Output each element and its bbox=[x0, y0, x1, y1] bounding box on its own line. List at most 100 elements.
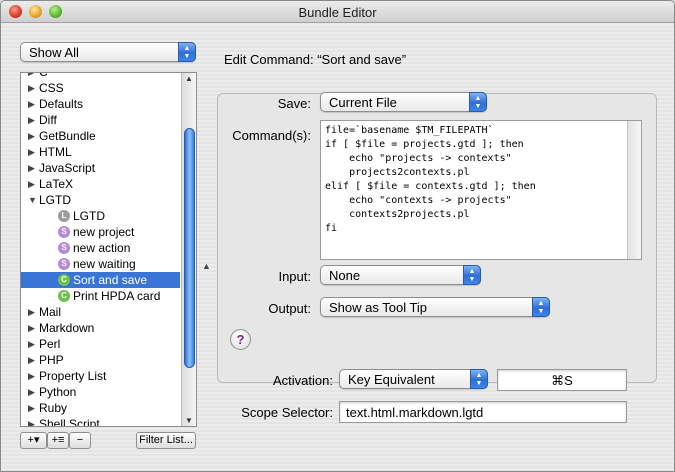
bundle-item-label: CSS bbox=[39, 81, 64, 95]
disclosure-collapsed-icon[interactable]: ▶ bbox=[28, 384, 35, 400]
bundle-item-snippet[interactable]: Snew project bbox=[21, 224, 180, 240]
bundle-item-label: Perl bbox=[39, 337, 61, 351]
scrollbar-thumb[interactable] bbox=[184, 128, 195, 368]
bundle-item-language[interactable]: L LGTD bbox=[21, 208, 180, 224]
input-popup[interactable]: None ▲ ▼ bbox=[320, 265, 481, 285]
bundle-item-command[interactable]: C Print HPDA card bbox=[21, 288, 180, 304]
remove-item-button[interactable]: − bbox=[69, 432, 91, 449]
disclosure-collapsed-icon[interactable]: ▶ bbox=[28, 400, 35, 416]
disclosure-collapsed-icon[interactable]: ▶ bbox=[28, 368, 35, 384]
window-content: Show All ▲ ▼ ▶ C ▶ CSS ▶ Defaults ▶ Diff ▶ GetBund… bbox=[1, 24, 674, 471]
disclosure-collapsed-icon[interactable]: ▶ bbox=[28, 96, 35, 112]
command-text[interactable]: file=`basename $TM_FILEPATH` if [ $file … bbox=[321, 121, 641, 239]
bundle-row[interactable]: ▶ Property List bbox=[21, 368, 180, 384]
bundle-row[interactable]: ▶ GetBundle bbox=[21, 128, 180, 144]
bundle-filter-value: Show All bbox=[29, 45, 79, 60]
output-label: Output: bbox=[268, 301, 311, 316]
popup-arrows-icon: ▲ ▼ bbox=[532, 297, 550, 317]
bundle-item-label: Ruby bbox=[39, 401, 68, 415]
bundle-editor-window: Bundle Editor Show All ▲ ▼ ▶ C ▶ CSS ▶ Default… bbox=[0, 0, 675, 472]
bundle-item-label: Python bbox=[39, 385, 77, 399]
command-label: Command(s): bbox=[232, 128, 311, 143]
command-editor-scrollbar[interactable] bbox=[627, 121, 641, 259]
bundle-row[interactable]: ▶ Ruby bbox=[21, 400, 180, 416]
scroll-down-icon[interactable]: ▼ bbox=[182, 416, 196, 425]
command-editor[interactable]: file=`basename $TM_FILEPATH` if [ $file … bbox=[320, 120, 642, 260]
activation-value: Key Equivalent bbox=[348, 372, 435, 387]
bundle-item-label: Mail bbox=[39, 305, 62, 319]
add-item-button[interactable]: +≡ bbox=[47, 432, 69, 449]
bundle-row[interactable]: ▶ Defaults bbox=[21, 96, 180, 112]
input-label: Input: bbox=[278, 269, 311, 284]
scroll-up-icon[interactable]: ▲ bbox=[182, 74, 196, 83]
bundle-row[interactable]: ▶ Shell Script bbox=[21, 416, 180, 427]
command-badge-icon: C bbox=[58, 290, 70, 302]
splitter-handle-icon[interactable]: ▲ bbox=[202, 261, 211, 271]
bundle-row[interactable]: ▶ CSS bbox=[21, 80, 180, 96]
disclosure-expanded-icon[interactable]: ▼ bbox=[28, 192, 37, 208]
bundle-item-label: PHP bbox=[39, 353, 64, 367]
bundle-row[interactable]: ▶ Diff bbox=[21, 112, 180, 128]
disclosure-collapsed-icon[interactable]: ▶ bbox=[28, 176, 35, 192]
activation-popup[interactable]: Key Equivalent ▲ ▼ bbox=[339, 369, 488, 389]
bundle-item-label: new project bbox=[73, 225, 135, 239]
bundle-list[interactable]: ▶ C ▶ CSS ▶ Defaults ▶ Diff ▶ GetBundle ▶ HTML ▶ Java… bbox=[20, 72, 197, 427]
bundle-item-command[interactable]: C Sort and save bbox=[21, 272, 180, 288]
bundle-item-label: JavaScript bbox=[39, 161, 96, 175]
disclosure-collapsed-icon[interactable]: ▶ bbox=[28, 73, 35, 80]
bundle-row[interactable]: ▶ PHP bbox=[21, 352, 180, 368]
input-value: None bbox=[329, 268, 361, 283]
disclosure-collapsed-icon[interactable]: ▶ bbox=[28, 144, 35, 160]
bundle-item-label: new action bbox=[73, 241, 131, 255]
bundle-row[interactable]: ▶ HTML bbox=[21, 144, 180, 160]
bundle-row[interactable]: ▶ Perl bbox=[21, 336, 180, 352]
popup-arrows-icon: ▲ ▼ bbox=[463, 265, 481, 285]
bundle-item-label: LaTeX bbox=[39, 177, 74, 191]
disclosure-collapsed-icon[interactable]: ▶ bbox=[28, 304, 35, 320]
popup-arrows-icon: ▲ ▼ bbox=[469, 92, 487, 112]
bundle-row[interactable]: ▶ LaTeX bbox=[21, 176, 180, 192]
disclosure-collapsed-icon[interactable]: ▶ bbox=[28, 352, 35, 368]
disclosure-collapsed-icon[interactable]: ▶ bbox=[28, 160, 35, 176]
snippet-badge-icon: S bbox=[58, 242, 70, 254]
save-value: Current File bbox=[329, 95, 397, 110]
save-popup[interactable]: Current File ▲ ▼ bbox=[320, 92, 487, 112]
bundle-item-label: new waiting bbox=[73, 257, 136, 271]
title-bar[interactable]: Bundle Editor bbox=[1, 1, 674, 23]
bundle-row[interactable]: ▶ JavaScript bbox=[21, 160, 180, 176]
bundle-row[interactable]: ▶ Markdown bbox=[21, 320, 180, 336]
bundle-item-label: Diff bbox=[39, 113, 57, 127]
bundle-row[interactable]: ▼ LGTD bbox=[21, 192, 180, 208]
language-badge-icon: L bbox=[58, 210, 70, 222]
add-bundle-item-button[interactable]: +▾ bbox=[20, 432, 47, 449]
save-label: Save: bbox=[277, 96, 311, 111]
bundle-item-label: HTML bbox=[39, 145, 72, 159]
snippet-badge-icon: S bbox=[58, 226, 70, 238]
bundle-item-label: C bbox=[39, 72, 48, 79]
disclosure-collapsed-icon[interactable]: ▶ bbox=[28, 112, 35, 128]
bundle-item-label: GetBundle bbox=[39, 129, 96, 143]
bundle-item-label: LGTD bbox=[73, 209, 106, 223]
bundle-filter-popup[interactable]: Show All ▲ ▼ bbox=[20, 42, 196, 62]
edit-command-heading: Edit Command: “Sort and save” bbox=[224, 52, 407, 67]
popup-arrows-icon: ▲ ▼ bbox=[470, 369, 488, 389]
disclosure-collapsed-icon[interactable]: ▶ bbox=[28, 80, 35, 96]
scope-selector-field[interactable]: text.html.markdown.lgtd bbox=[339, 401, 627, 423]
bundle-row[interactable]: ▶ Python bbox=[21, 384, 180, 400]
disclosure-collapsed-icon[interactable]: ▶ bbox=[28, 416, 35, 426]
disclosure-collapsed-icon[interactable]: ▶ bbox=[28, 320, 35, 336]
bundle-list-scrollbar[interactable]: ▲ ▼ bbox=[181, 73, 196, 426]
bundle-item-label: Shell Script bbox=[39, 417, 100, 427]
bundle-item-label: Defaults bbox=[39, 97, 84, 111]
key-equivalent-field[interactable]: ⌘S bbox=[497, 369, 627, 391]
bundle-row[interactable]: ▶ Mail bbox=[21, 304, 180, 320]
bundle-item-snippet[interactable]: Snew waiting bbox=[21, 256, 180, 272]
filter-list-button[interactable]: Filter List... bbox=[136, 432, 196, 449]
disclosure-collapsed-icon[interactable]: ▶ bbox=[28, 336, 35, 352]
scope-selector-label: Scope Selector: bbox=[241, 405, 333, 420]
output-popup[interactable]: Show as Tool Tip ▲ ▼ bbox=[320, 297, 550, 317]
bundle-item-snippet[interactable]: Snew action bbox=[21, 240, 180, 256]
bundle-row[interactable]: ▶ C bbox=[21, 72, 180, 80]
help-button[interactable]: ? bbox=[230, 329, 251, 350]
disclosure-collapsed-icon[interactable]: ▶ bbox=[28, 128, 35, 144]
